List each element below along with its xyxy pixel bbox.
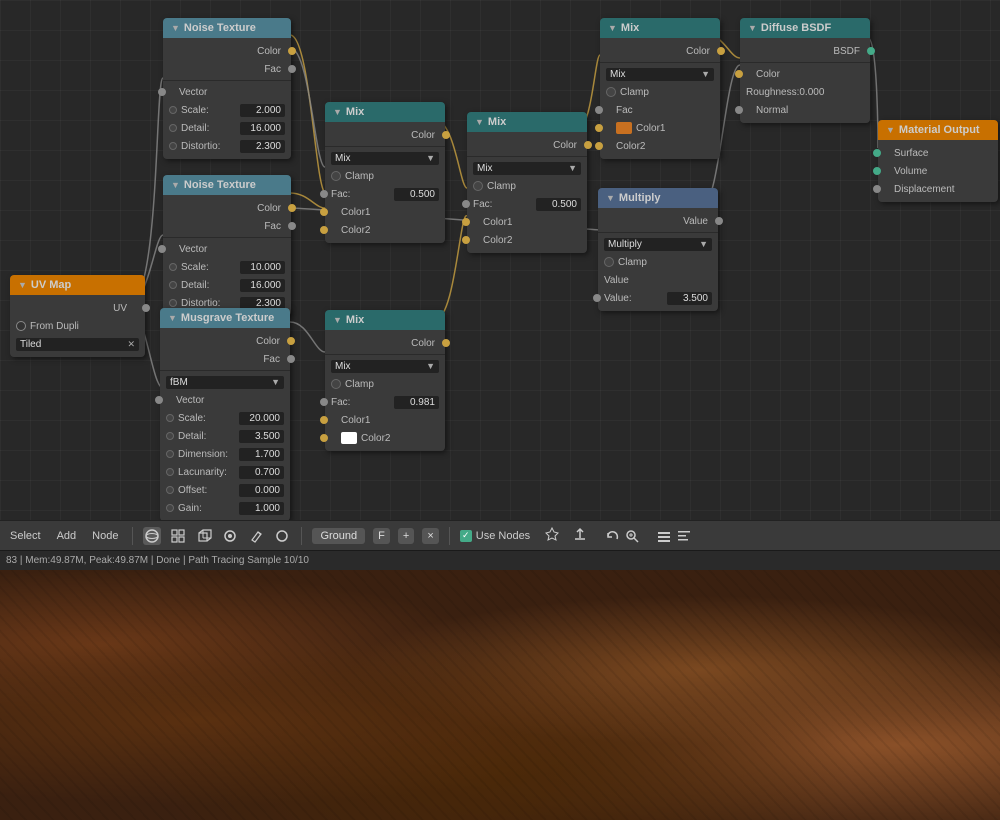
musgrave-texture-header: ▼ Musgrave Texture: [160, 308, 290, 328]
mix3-color1-in[interactable]: [320, 416, 328, 424]
separator-2: [301, 527, 302, 545]
statusbar: 83 | Mem:49.87M, Peak:49.87M | Done | Pa…: [0, 550, 1000, 570]
noise2-fac-out[interactable]: [288, 222, 296, 230]
multiply-header: ▼ Multiply: [598, 188, 718, 208]
output-displacement-in[interactable]: [873, 185, 881, 193]
mix1-fac-in[interactable]: [320, 190, 328, 198]
multiply-node[interactable]: ▼ Multiply Value Multiply ▼ Clamp Value: [598, 188, 718, 311]
mix-main-color1-in[interactable]: [595, 124, 603, 132]
noise1-color-out[interactable]: [288, 47, 296, 55]
mix-2-node[interactable]: ▼ Mix Color Mix ▼ Clamp Fac: 0.: [467, 112, 587, 253]
noise-texture-1-header: ▼ Noise Texture: [163, 18, 291, 38]
noise1-vector-in[interactable]: [158, 88, 166, 96]
mix3-color-out[interactable]: [442, 339, 450, 347]
mix2-fac-in[interactable]: [462, 200, 470, 208]
noise-texture-1-node[interactable]: ▼ Noise Texture Color Fac Vector Scale: …: [163, 18, 291, 159]
multiply-value-in[interactable]: [593, 294, 601, 302]
settings-icon[interactable]: [656, 528, 672, 544]
material-output-header: ▼ Material Output: [878, 120, 998, 140]
mix-main-color2-in[interactable]: [595, 142, 603, 150]
noise2-vector-in[interactable]: [158, 245, 166, 253]
sphere-icon[interactable]: [143, 527, 161, 545]
grid-icon[interactable]: [169, 527, 187, 545]
menu-icon[interactable]: [676, 528, 692, 544]
cube-icon[interactable]: [195, 527, 213, 545]
multiply-value-out[interactable]: [715, 217, 723, 225]
uv-map-header: ▼ UV Map: [10, 275, 145, 295]
musgrave-color-out[interactable]: [287, 337, 295, 345]
musgrave-fac-out[interactable]: [287, 355, 295, 363]
render-icon[interactable]: [221, 527, 239, 545]
mix1-color1-in[interactable]: [320, 208, 328, 216]
mix2-color2-in[interactable]: [462, 236, 470, 244]
diffuse-color-in[interactable]: [735, 70, 743, 78]
node-menu[interactable]: Node: [88, 528, 122, 544]
use-nodes-checkbox[interactable]: ✓: [460, 530, 472, 542]
undo-icon[interactable]: [604, 528, 620, 544]
circle-icon[interactable]: [273, 527, 291, 545]
mix2-color1-in[interactable]: [462, 218, 470, 226]
toolbar: Select Add Node: [0, 520, 1000, 550]
use-nodes-toggle[interactable]: ✓ Use Nodes: [460, 530, 530, 542]
brush-icon[interactable]: [247, 527, 265, 545]
mix-3-header: ▼ Mix: [325, 310, 445, 330]
node-editor[interactable]: ▼ UV Map UV From Dupli Tiled ✕: [0, 0, 1000, 520]
select-menu[interactable]: Select: [6, 528, 45, 544]
uv-map-node[interactable]: ▼ UV Map UV From Dupli Tiled ✕: [10, 275, 145, 357]
add-material-button[interactable]: +: [398, 528, 414, 544]
mix-3-node[interactable]: ▼ Mix Color Mix ▼ Clamp Fac: 0.: [325, 310, 445, 451]
mix-1-header: ▼ Mix: [325, 102, 445, 122]
diffuse-bsdf-node[interactable]: ▼ Diffuse BSDF BSDF Color Roughness:0.00…: [740, 18, 870, 123]
add-menu[interactable]: Add: [53, 528, 81, 544]
mix3-fac-in[interactable]: [320, 398, 328, 406]
pin-icon[interactable]: [544, 526, 560, 542]
mix-main-node[interactable]: ▼ Mix Color Mix ▼ Clamp Fac: [600, 18, 720, 159]
status-text: 83 | Mem:49.87M, Peak:49.87M | Done | Pa…: [6, 555, 309, 566]
output-volume-in[interactable]: [873, 167, 881, 175]
material-name-field[interactable]: Ground: [312, 528, 365, 544]
mix-2-header: ▼ Mix: [467, 112, 587, 132]
diffuse-normal-in[interactable]: [735, 106, 743, 114]
noise-texture-2-node[interactable]: ▼ Noise Texture Color Fac Vector Scale: …: [163, 175, 291, 316]
diffuse-bsdf-out[interactable]: [867, 47, 875, 55]
output-surface-in[interactable]: [873, 149, 881, 157]
upload-icon[interactable]: [572, 526, 588, 542]
material-output-node[interactable]: ▼ Material Output Surface Volume Displac…: [878, 120, 998, 202]
mix3-color2-in[interactable]: [320, 434, 328, 442]
noise1-fac-out[interactable]: [288, 65, 296, 73]
mix-main-header: ▼ Mix: [600, 18, 720, 38]
separator-3: [449, 527, 450, 545]
remove-material-button[interactable]: ×: [422, 528, 438, 544]
musgrave-vector-in[interactable]: [155, 396, 163, 404]
zoom-icon[interactable]: [624, 528, 640, 544]
mix-main-color-out[interactable]: [717, 47, 725, 55]
mix-1-node[interactable]: ▼ Mix Color Mix ▼ Clamp Fac: 0.500: [325, 102, 445, 243]
mix2-color-out[interactable]: [584, 141, 592, 149]
separator-1: [132, 527, 133, 545]
noise2-color-out[interactable]: [288, 204, 296, 212]
noise-texture-2-header: ▼ Noise Texture: [163, 175, 291, 195]
preview-area: [0, 570, 1000, 820]
mix1-color-out[interactable]: [442, 131, 450, 139]
uv-output-socket[interactable]: [142, 304, 150, 312]
diffuse-bsdf-header: ▼ Diffuse BSDF: [740, 18, 870, 38]
mix-main-fac-in[interactable]: [595, 106, 603, 114]
f-button[interactable]: F: [373, 528, 390, 544]
musgrave-texture-node[interactable]: ▼ Musgrave Texture Color Fac fBM ▼ Vect: [160, 308, 290, 520]
mix1-color2-in[interactable]: [320, 226, 328, 234]
